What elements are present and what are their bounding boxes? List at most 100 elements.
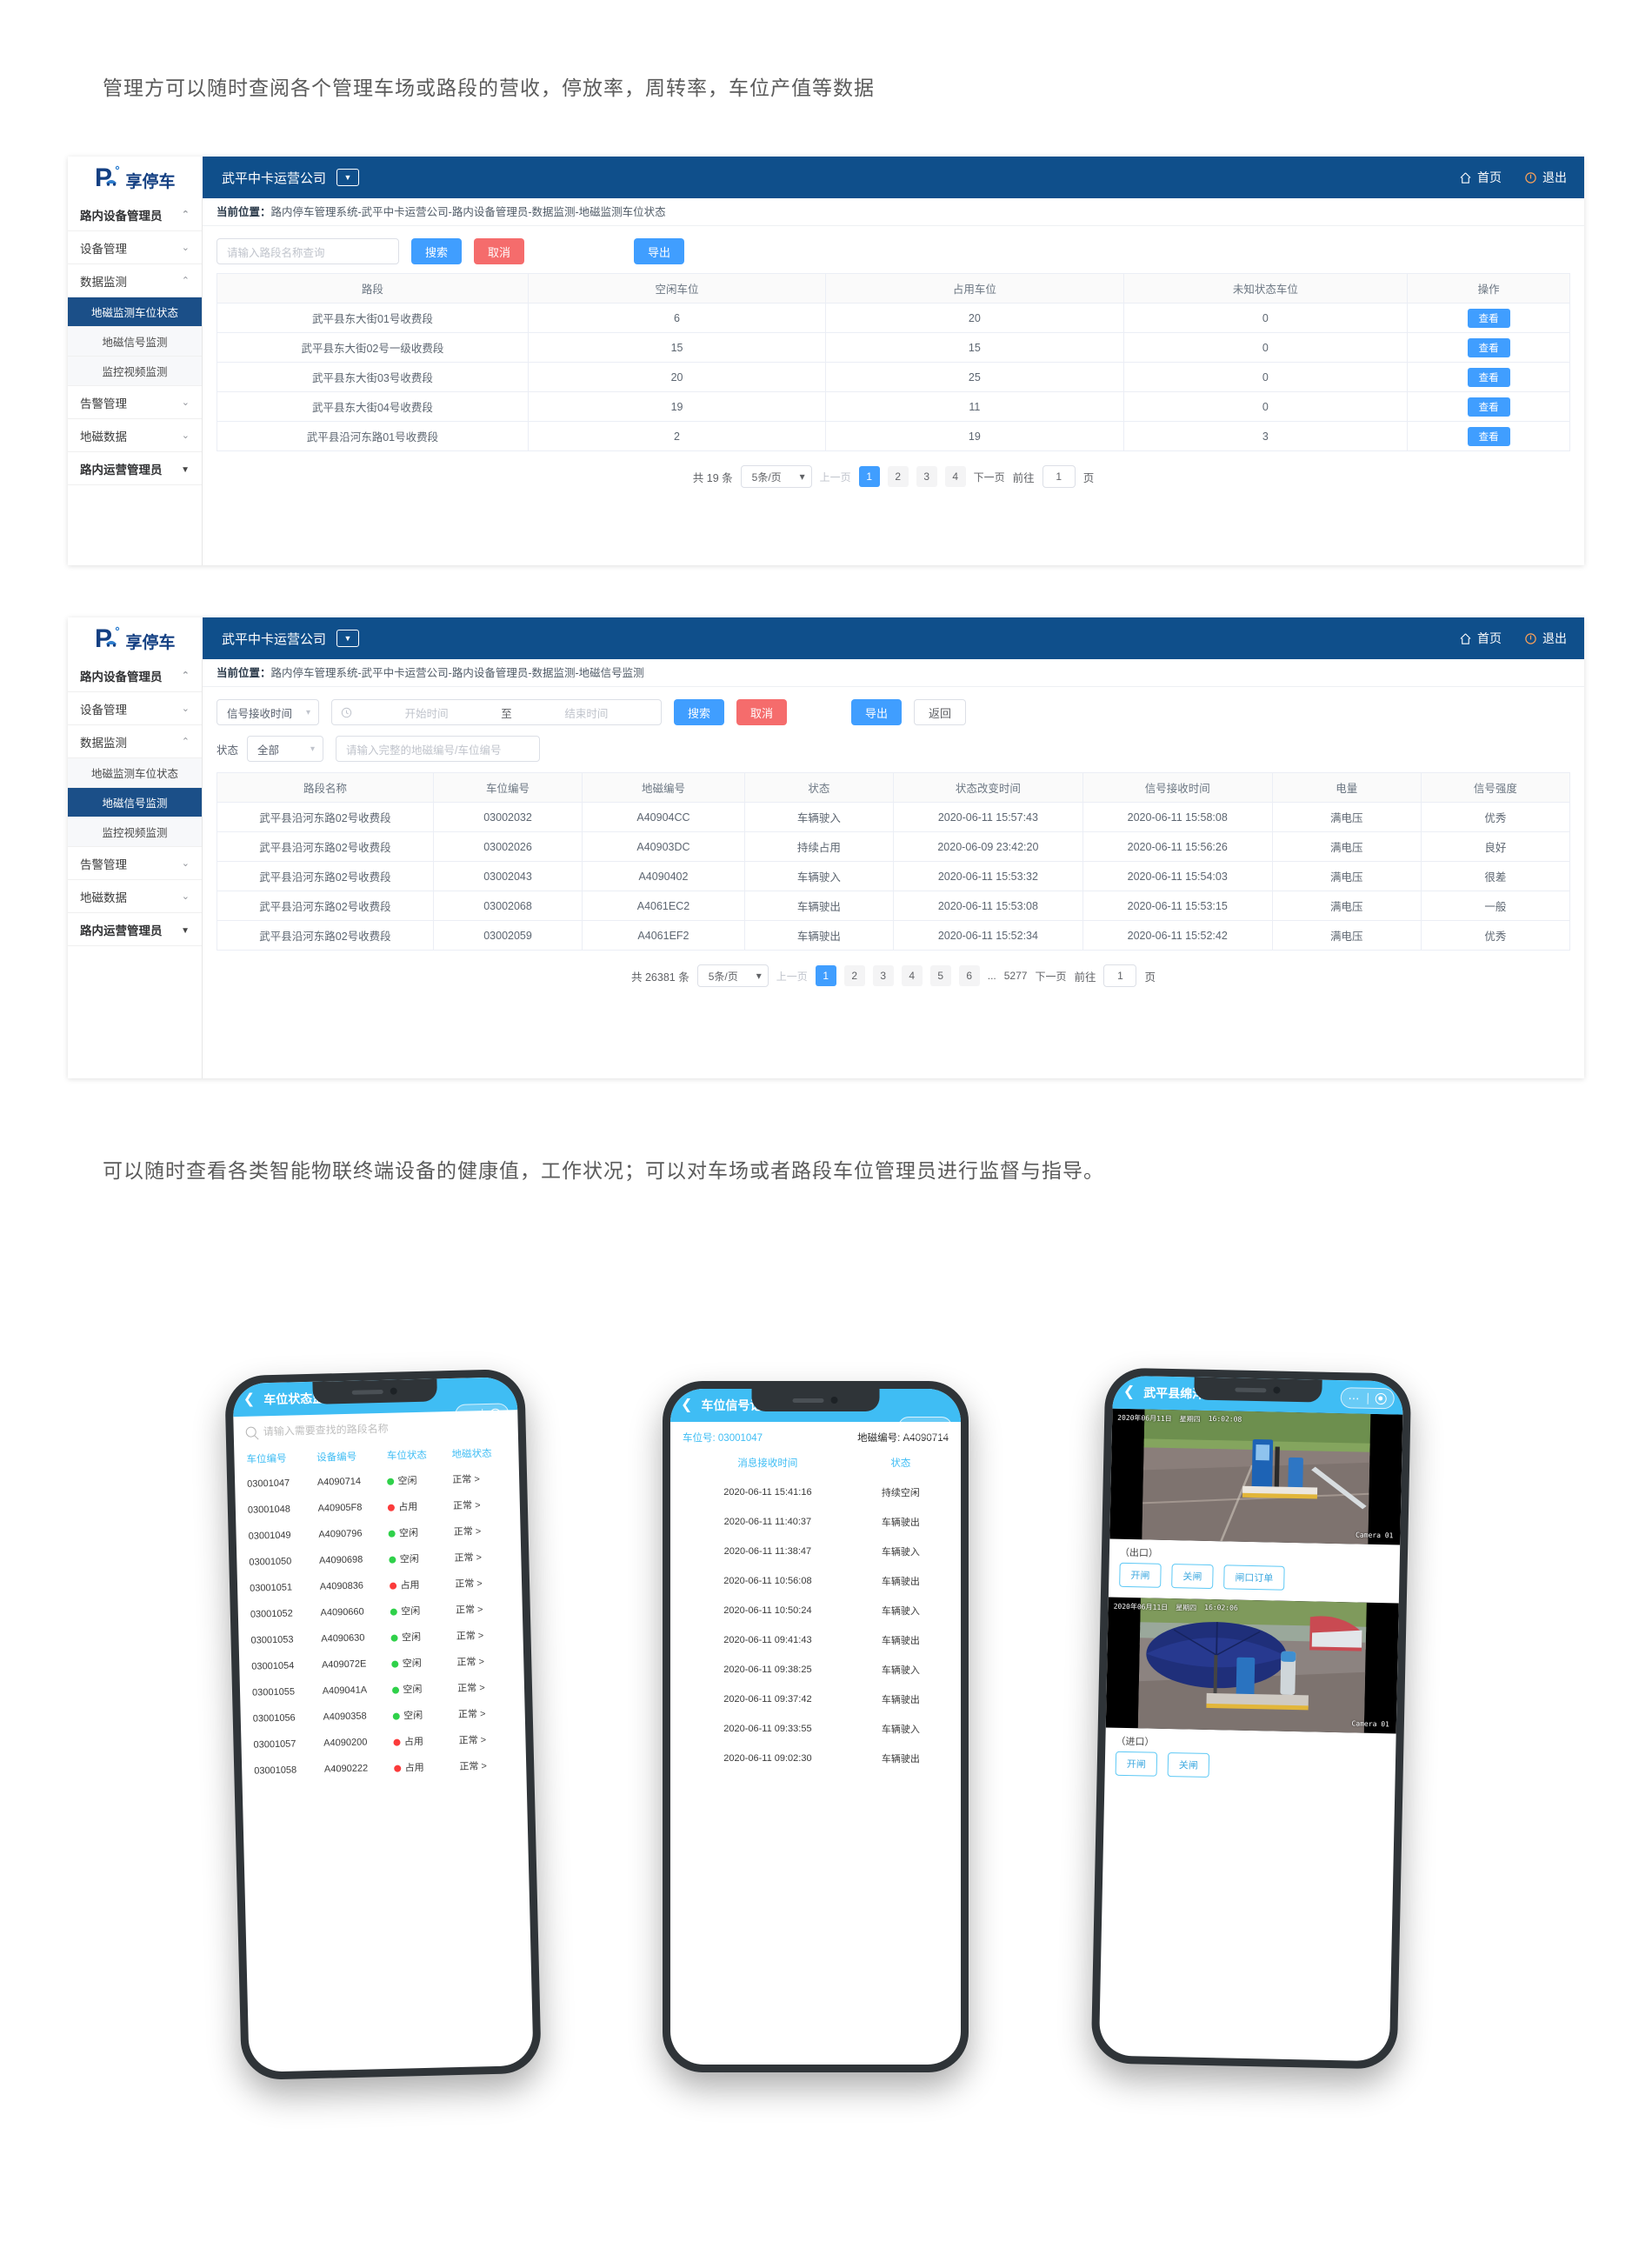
goto-input[interactable]: 1	[1042, 465, 1076, 488]
page-size-select[interactable]: 5条/页 ▾	[740, 465, 812, 488]
time-field-select[interactable]: 信号接收时间 ▾	[216, 699, 319, 725]
view-button[interactable]: 查看	[1467, 367, 1510, 387]
sidebar-item-signal-monitor[interactable]: 地磁信号监测	[68, 788, 202, 817]
cell-magnetic-state[interactable]: 正常 >	[453, 1517, 509, 1544]
close-gate-button[interactable]: 关闸	[1167, 1752, 1210, 1778]
open-gate-button[interactable]: 开闸	[1119, 1562, 1162, 1588]
wechat-capsule[interactable]: ⋯	[898, 1417, 952, 1438]
sidebar-role-ops-admin[interactable]: 路内运营管理员	[68, 452, 202, 485]
page-button-1[interactable]: 1	[858, 466, 880, 487]
goto-input[interactable]: 1	[1103, 964, 1137, 987]
cell-magnetic-state[interactable]: 正常 >	[456, 1595, 511, 1623]
exit-link[interactable]: 退出	[1524, 169, 1567, 186]
more-dots-icon[interactable]: ⋯	[899, 1422, 925, 1433]
table-header-row: 路段名称 车位编号 地磁编号 状态 状态改变时间 信号接收时间 电量 信号强度	[216, 772, 1571, 803]
export-button[interactable]: 导出	[634, 238, 685, 264]
sidebar-group-magnetic-data[interactable]: 地磁数据	[68, 419, 202, 452]
list-item[interactable]: 03001058 A4090222 占用 正常 >	[254, 1751, 515, 1784]
sidebar-item-signal-monitor[interactable]: 地磁信号监测	[68, 327, 202, 357]
caret-down-icon[interactable]: ▼	[336, 169, 360, 186]
view-button[interactable]: 查看	[1467, 426, 1510, 446]
close-target-icon[interactable]	[1368, 1392, 1394, 1404]
view-button[interactable]: 查看	[1467, 337, 1510, 357]
page-button-2[interactable]: 2	[887, 466, 909, 487]
list-item: 2020-06-11 10:50:24 车辆驶入	[683, 1596, 949, 1625]
sidebar-role-ops-admin[interactable]: 路内运营管理员	[68, 913, 202, 946]
back-chevron-icon[interactable]: ❮	[1123, 1384, 1136, 1399]
page-button-6[interactable]: 6	[958, 965, 980, 986]
close-target-icon[interactable]	[926, 1421, 952, 1433]
view-button[interactable]: 查看	[1467, 308, 1510, 328]
sidebar-item-video-monitor[interactable]: 监控视频监测	[68, 357, 202, 386]
home-link[interactable]: 首页	[1459, 169, 1502, 186]
view-button[interactable]: 查看	[1467, 397, 1510, 417]
sidebar-role-device-admin[interactable]: 路内设备管理员	[68, 198, 202, 231]
prev-page-button[interactable]: 上一页	[776, 969, 808, 984]
page-button-1[interactable]: 1	[815, 965, 836, 986]
search-button[interactable]: 搜索	[674, 699, 725, 725]
close-gate-button[interactable]: 关闸	[1171, 1564, 1214, 1590]
caret-down-icon[interactable]: ▼	[336, 630, 360, 647]
cell-magnetic-state[interactable]: 正常 >	[452, 1464, 508, 1492]
search-input[interactable]: 请输入需要查找的路段名称	[263, 1421, 389, 1439]
close-target-icon[interactable]	[483, 1408, 509, 1420]
more-dots-icon[interactable]: ⋯	[456, 1408, 482, 1421]
sidebar-item-slot-status[interactable]: 地磁监测车位状态	[68, 758, 202, 788]
cancel-button[interactable]: 取消	[474, 238, 525, 264]
cell-magnetic-state[interactable]: 正常 >	[455, 1569, 510, 1597]
cell-magnetic-state[interactable]: 正常 >	[458, 1699, 514, 1727]
sidebar-role-device-admin[interactable]: 路内设备管理员	[68, 659, 202, 692]
page-button-5[interactable]: 5	[929, 965, 951, 986]
chevron-down-icon: ▾	[305, 707, 310, 717]
gate-order-button[interactable]: 闸口订单	[1223, 1564, 1285, 1591]
sidebar-item-video-monitor[interactable]: 监控视频监测	[68, 817, 202, 847]
cell-magnetic-state[interactable]: 正常 >	[456, 1647, 512, 1675]
cell-magnetic-state[interactable]: 正常 >	[453, 1491, 509, 1518]
cell-magnetic-state[interactable]: 正常 >	[459, 1751, 515, 1779]
export-button[interactable]: 导出	[851, 699, 903, 725]
back-chevron-icon[interactable]: ❮	[243, 1391, 256, 1406]
cell-magnetic-state[interactable]: 正常 >	[454, 1543, 510, 1571]
camera-feed-entrance[interactable]: 2020年06月11日 星期四 16:02:06 Camera 01	[1105, 1597, 1399, 1734]
next-page-button[interactable]: 下一页	[974, 470, 1005, 484]
cell-device-code: A4090402	[582, 861, 745, 891]
more-dots-icon[interactable]: ⋯	[1342, 1391, 1368, 1404]
sidebar-group-magnetic-data[interactable]: 地磁数据	[68, 880, 202, 913]
page-button-4[interactable]: 4	[901, 965, 923, 986]
back-button[interactable]: 返回	[914, 699, 967, 725]
col-used: 占用车位	[825, 273, 1124, 304]
sidebar-group-alarm-mgmt[interactable]: 告警管理	[68, 847, 202, 880]
exit-link[interactable]: 退出	[1524, 630, 1567, 647]
date-range-picker[interactable]: 开始时间 至 结束时间	[331, 699, 662, 725]
next-page-button[interactable]: 下一页	[1035, 969, 1066, 984]
sidebar-group-device-mgmt[interactable]: 设备管理	[68, 692, 202, 725]
sidebar-group-device-mgmt[interactable]: 设备管理	[68, 231, 202, 264]
search-button[interactable]: 搜索	[411, 238, 463, 264]
device-code-input[interactable]: 请输入完整的地磁编号/车位编号	[336, 736, 541, 762]
sidebar-group-alarm-mgmt[interactable]: 告警管理	[68, 386, 202, 419]
wechat-capsule[interactable]: ⋯	[455, 1403, 510, 1425]
page-button-4[interactable]: 4	[944, 466, 966, 487]
cancel-button[interactable]: 取消	[736, 699, 788, 725]
sidebar-group-data-monitor[interactable]: 数据监测	[68, 725, 202, 758]
cell-magnetic-state[interactable]: 正常 >	[458, 1725, 514, 1753]
sidebar-item-slot-status[interactable]: 地磁监测车位状态	[68, 297, 202, 327]
sidebar-group-data-monitor[interactable]: 数据监测	[68, 264, 202, 297]
prev-page-button[interactable]: 上一页	[820, 470, 851, 484]
camera-feed-exit[interactable]: 2020年06月11日 星期四 16:02:08 Camera 01	[1109, 1408, 1403, 1545]
cell-magnetic-state[interactable]: 正常 >	[457, 1673, 513, 1701]
search-input[interactable]: 请输入路段名称查询	[216, 238, 399, 264]
home-link[interactable]: 首页	[1459, 630, 1502, 647]
cell-magnetic-state[interactable]: 正常 >	[456, 1621, 511, 1649]
page-button-3[interactable]: 3	[916, 466, 937, 487]
open-gate-button[interactable]: 开闸	[1115, 1751, 1158, 1777]
end-time-input[interactable]: 结束时间	[521, 704, 652, 721]
status-filter-select[interactable]: 全部 ▾	[247, 736, 324, 762]
page-button-2[interactable]: 2	[843, 965, 865, 986]
start-time-input[interactable]: 开始时间	[361, 704, 492, 721]
page-button-3[interactable]: 3	[872, 965, 894, 986]
back-chevron-icon[interactable]: ❮	[681, 1398, 692, 1412]
wechat-capsule[interactable]: ⋯	[1340, 1387, 1395, 1410]
last-page-button[interactable]: 5277	[1004, 970, 1028, 982]
page-size-select[interactable]: 5条/页 ▾	[696, 964, 769, 987]
